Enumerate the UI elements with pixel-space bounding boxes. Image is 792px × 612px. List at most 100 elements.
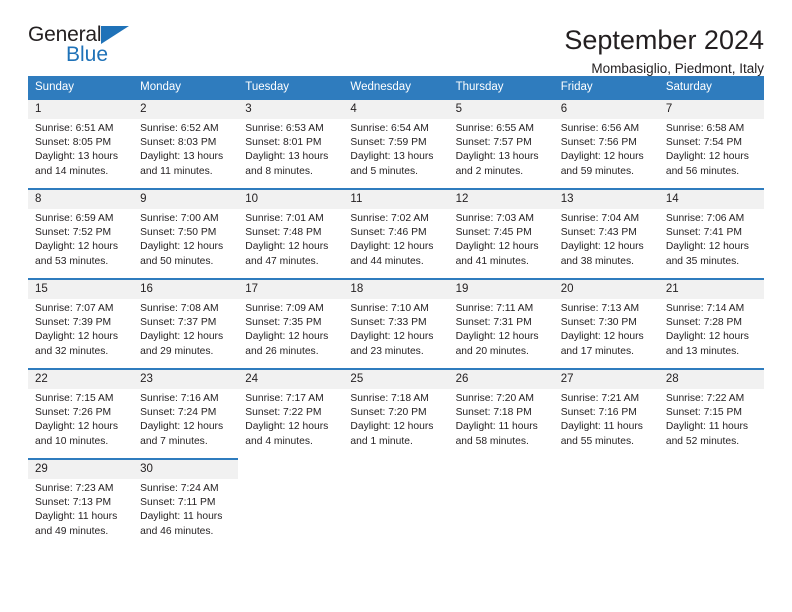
day-detail-daylight-1: Daylight: 12 hours — [560, 331, 644, 343]
calendar-day-cell[interactable]: 3 Sunrise: 6:53 AM Sunset: 8:01 PM Daylight… — [238, 98, 344, 189]
logo[interactable]: General Blue — [28, 24, 158, 70]
calendar-day-cell[interactable]: 19 Sunrise: 7:11 AM Sunset: 7:31 PM Dayligh… — [448, 278, 554, 369]
calendar-day-cell[interactable]: 15 Sunrise: 7:07 AM Sunset: 7:39 PM Dayligh… — [28, 278, 134, 369]
day-detail-daylight-1: Daylight: 12 hours — [140, 331, 224, 343]
day-cell-inner: 12 Sunrise: 7:03 AM Sunset: 7:45 PM Dayligh… — [448, 190, 554, 278]
day-cell-inner: 15 Sunrise: 7:07 AM Sunset: 7:39 PM Dayligh… — [28, 280, 134, 368]
calendar-day-cell[interactable]: 18 Sunrise: 7:10 AM Sunset: 7:33 PM Dayligh… — [343, 278, 449, 369]
calendar-day-cell[interactable]: 1 Sunrise: 6:51 AM Sunset: 8:05 PM Daylight… — [28, 98, 134, 189]
calendar-table: Sunday Monday Tuesday Wednesday Thursday… — [28, 76, 764, 549]
day-detail-daylight-2: and 13 minutes. — [665, 345, 740, 357]
calendar-day-cell[interactable]: 29 Sunrise: 7:23 AM Sunset: 7:13 PM Dayligh… — [28, 458, 134, 549]
day-detail-daylight-1: Daylight: 11 hours — [455, 421, 538, 433]
day-detail-daylight-1: Daylight: 13 hours — [35, 151, 118, 163]
day-details: Sunrise: 7:07 AM Sunset: 7:39 PM Daylight:… — [28, 299, 133, 359]
day-details: Sunrise: 7:15 AM Sunset: 7:26 PM Daylight:… — [28, 389, 133, 449]
weekday-header-tuesday: Tuesday — [238, 76, 344, 99]
day-detail-daylight-2: and 20 minutes. — [455, 345, 529, 357]
calendar-day-cell[interactable]: 21 Sunrise: 7:14 AM Sunset: 7:28 PM Dayligh… — [658, 278, 764, 369]
day-number: 30 — [133, 460, 239, 479]
day-detail-sunset: Sunset: 7:59 PM — [350, 137, 427, 149]
day-detail-sunrise: Sunrise: 7:13 AM — [560, 303, 640, 314]
day-detail-sunrise: Sunrise: 7:10 AM — [350, 303, 429, 314]
day-detail-sunset: Sunset: 7:45 PM — [455, 227, 532, 239]
calendar-day-cell[interactable]: 17 Sunrise: 7:09 AM Sunset: 7:35 PM Dayligh… — [238, 278, 344, 369]
calendar-page: General Blue September 2024 Mombasiglio,… — [0, 0, 792, 612]
day-detail-daylight-1: Daylight: 12 hours — [665, 241, 749, 253]
day-detail-sunset: Sunset: 7:26 PM — [35, 407, 112, 419]
day-detail-daylight-2: and 50 minutes. — [140, 255, 214, 267]
day-number: 29 — [28, 460, 134, 479]
day-details: Sunrise: 7:18 AM Sunset: 7:20 PM Daylight:… — [343, 389, 448, 449]
calendar-day-cell-empty — [553, 458, 659, 549]
day-cell-inner: 14 Sunrise: 7:06 AM Sunset: 7:41 PM Dayligh… — [658, 190, 764, 278]
day-detail-sunrise: Sunrise: 7:07 AM — [35, 303, 114, 314]
day-cell-inner: 3 Sunrise: 6:53 AM Sunset: 8:01 PM Daylight… — [238, 100, 344, 188]
day-cell-inner: 18 Sunrise: 7:10 AM Sunset: 7:33 PM Dayligh… — [343, 280, 449, 368]
calendar-day-cell[interactable]: 13 Sunrise: 7:04 AM Sunset: 7:43 PM Dayligh… — [553, 188, 659, 279]
calendar-day-cell[interactable]: 8 Sunrise: 6:59 AM Sunset: 7:52 PM Daylight… — [28, 188, 134, 279]
calendar-day-cell[interactable]: 26 Sunrise: 7:20 AM Sunset: 7:18 PM Dayligh… — [448, 368, 554, 459]
calendar-day-cell[interactable]: 27 Sunrise: 7:21 AM Sunset: 7:16 PM Dayligh… — [553, 368, 659, 459]
day-detail-sunset: Sunset: 7:46 PM — [350, 227, 427, 239]
calendar-day-cell[interactable]: 22 Sunrise: 7:15 AM Sunset: 7:26 PM Dayligh… — [28, 368, 134, 459]
page-subtitle: Mombasiglio, Piedmont, Italy — [591, 61, 764, 76]
day-cell-inner: 11 Sunrise: 7:02 AM Sunset: 7:46 PM Dayligh… — [343, 190, 449, 278]
empty-cell-inner — [554, 460, 659, 549]
day-detail-sunset: Sunset: 7:31 PM — [455, 317, 532, 329]
calendar-day-cell[interactable]: 25 Sunrise: 7:18 AM Sunset: 7:20 PM Dayligh… — [343, 368, 449, 459]
calendar-day-cell[interactable]: 28 Sunrise: 7:22 AM Sunset: 7:15 PM Dayligh… — [658, 368, 764, 459]
day-cell-inner: 5 Sunrise: 6:55 AM Sunset: 7:57 PM Daylight… — [448, 100, 554, 188]
calendar-day-cell[interactable]: 20 Sunrise: 7:13 AM Sunset: 7:30 PM Dayligh… — [553, 278, 659, 369]
calendar-day-cell[interactable]: 30 Sunrise: 7:24 AM Sunset: 7:11 PM Dayligh… — [133, 458, 239, 549]
day-detail-sunset: Sunset: 7:30 PM — [560, 317, 637, 329]
day-cell-inner: 6 Sunrise: 6:56 AM Sunset: 7:56 PM Daylight… — [553, 100, 659, 188]
day-detail-daylight-2: and 29 minutes. — [140, 345, 214, 357]
day-detail-sunrise: Sunrise: 7:00 AM — [140, 213, 219, 224]
calendar-day-cell[interactable]: 11 Sunrise: 7:02 AM Sunset: 7:46 PM Dayligh… — [343, 188, 449, 279]
calendar-day-cell[interactable]: 16 Sunrise: 7:08 AM Sunset: 7:37 PM Dayligh… — [133, 278, 239, 369]
day-detail-daylight-2: and 14 minutes. — [35, 165, 109, 177]
day-number: 21 — [658, 280, 764, 299]
day-number: 18 — [343, 280, 449, 299]
day-details: Sunrise: 7:17 AM Sunset: 7:22 PM Daylight:… — [238, 389, 343, 449]
day-details: Sunrise: 6:52 AM Sunset: 8:03 PM Daylight:… — [133, 119, 238, 179]
calendar-day-cell[interactable]: 2 Sunrise: 6:52 AM Sunset: 8:03 PM Daylight… — [133, 98, 239, 189]
calendar-day-cell[interactable]: 5 Sunrise: 6:55 AM Sunset: 7:57 PM Daylight… — [448, 98, 554, 189]
day-cell-inner: 8 Sunrise: 6:59 AM Sunset: 7:52 PM Daylight… — [28, 190, 134, 278]
day-details: Sunrise: 7:09 AM Sunset: 7:35 PM Daylight:… — [238, 299, 343, 359]
day-cell-inner: 10 Sunrise: 7:01 AM Sunset: 7:48 PM Dayligh… — [238, 190, 344, 278]
day-details: Sunrise: 7:21 AM Sunset: 7:16 PM Daylight:… — [554, 389, 659, 449]
day-detail-daylight-1: Daylight: 12 hours — [455, 241, 539, 253]
day-cell-inner: 23 Sunrise: 7:16 AM Sunset: 7:24 PM Dayligh… — [133, 370, 239, 458]
day-details: Sunrise: 7:20 AM Sunset: 7:18 PM Daylight:… — [449, 389, 554, 449]
calendar-day-cell[interactable]: 24 Sunrise: 7:17 AM Sunset: 7:22 PM Dayligh… — [238, 368, 344, 459]
day-detail-sunset: Sunset: 7:20 PM — [350, 407, 427, 419]
day-number: 11 — [343, 190, 449, 209]
day-detail-daylight-1: Daylight: 12 hours — [245, 241, 329, 253]
day-details: Sunrise: 6:54 AM Sunset: 7:59 PM Daylight:… — [343, 119, 448, 179]
day-details: Sunrise: 7:08 AM Sunset: 7:37 PM Daylight:… — [133, 299, 238, 359]
calendar-day-cell[interactable]: 9 Sunrise: 7:00 AM Sunset: 7:50 PM Daylight… — [133, 188, 239, 279]
calendar-day-cell[interactable]: 6 Sunrise: 6:56 AM Sunset: 7:56 PM Daylight… — [553, 98, 659, 189]
weekday-header-saturday: Saturday — [658, 76, 764, 99]
day-cell-inner: 22 Sunrise: 7:15 AM Sunset: 7:26 PM Dayligh… — [28, 370, 134, 458]
day-detail-daylight-2: and 41 minutes. — [455, 255, 529, 267]
day-detail-sunset: Sunset: 7:33 PM — [350, 317, 427, 329]
calendar-day-cell[interactable]: 23 Sunrise: 7:16 AM Sunset: 7:24 PM Dayligh… — [133, 368, 239, 459]
day-detail-sunset: Sunset: 7:13 PM — [35, 497, 112, 509]
weekday-header-row: Sunday Monday Tuesday Wednesday Thursday… — [28, 76, 764, 99]
calendar-day-cell[interactable]: 10 Sunrise: 7:01 AM Sunset: 7:48 PM Dayligh… — [238, 188, 344, 279]
calendar-day-cell[interactable]: 12 Sunrise: 7:03 AM Sunset: 7:45 PM Dayligh… — [448, 188, 554, 279]
day-detail-daylight-1: Daylight: 13 hours — [455, 151, 539, 163]
calendar-day-cell[interactable]: 7 Sunrise: 6:58 AM Sunset: 7:54 PM Daylight… — [658, 98, 764, 189]
day-detail-daylight-1: Daylight: 11 hours — [665, 421, 749, 433]
day-detail-daylight-2: and 32 minutes. — [35, 345, 109, 357]
calendar-day-cell[interactable]: 4 Sunrise: 6:54 AM Sunset: 7:59 PM Daylight… — [343, 98, 449, 189]
calendar-day-cell[interactable]: 14 Sunrise: 7:06 AM Sunset: 7:41 PM Dayligh… — [658, 188, 764, 279]
page-title: September 2024 — [564, 25, 764, 55]
calendar-day-cell-empty — [658, 458, 764, 549]
day-detail-sunrise: Sunrise: 7:23 AM — [35, 483, 114, 494]
day-detail-daylight-2: and 55 minutes. — [560, 435, 634, 447]
day-number: 28 — [658, 370, 764, 389]
